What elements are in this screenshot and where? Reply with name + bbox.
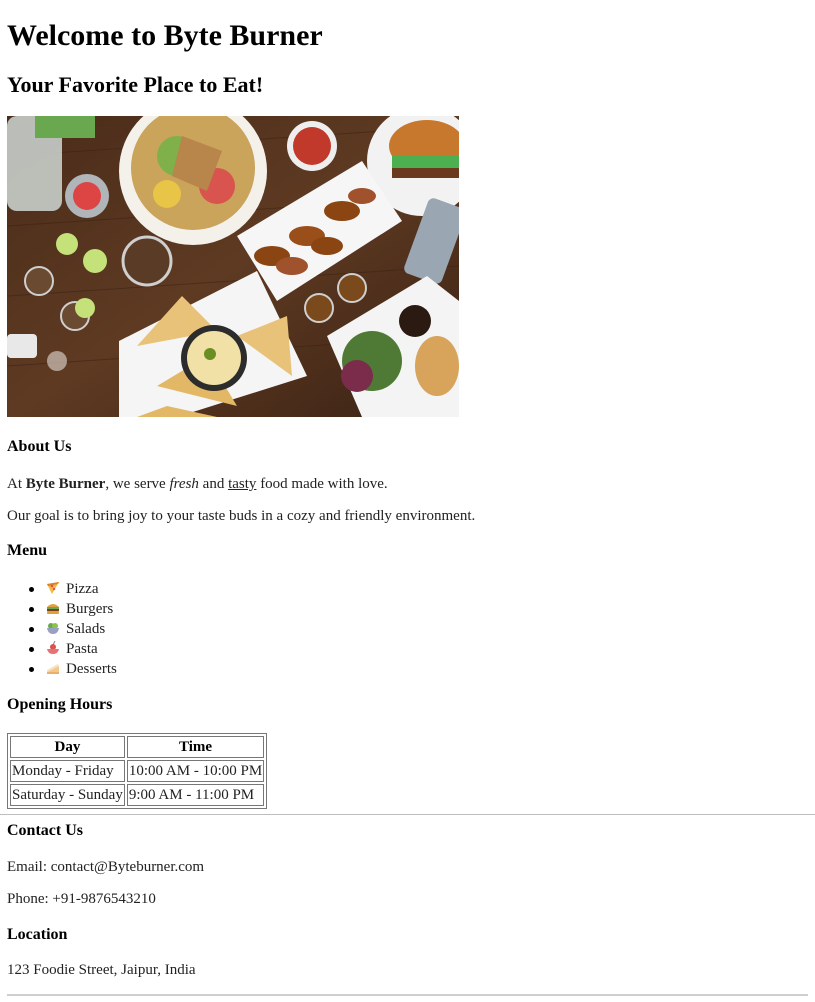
opening-hours-table: Day Time Monday - Friday 10:00 AM - 10:0… — [7, 733, 268, 809]
bullet — [29, 627, 34, 632]
day-cell: Saturday - Sunday — [10, 784, 125, 806]
pasta-icon — [46, 640, 60, 655]
dessert-icon — [46, 661, 60, 675]
contact-heading: Contact Us — [7, 822, 83, 839]
column-header-day: Day — [10, 736, 125, 758]
bullet — [29, 587, 34, 592]
menu-item-label: Pasta — [66, 641, 98, 657]
about-intro-suffix: food made with love. — [256, 476, 388, 492]
bullet — [29, 667, 34, 672]
menu-item-salads: Salads — [7, 619, 117, 639]
hours-heading: Opening Hours — [7, 696, 113, 713]
time-cell: 10:00 AM - 10:00 PM — [126, 760, 265, 782]
about-fresh-word: fresh — [169, 476, 199, 492]
menu-item-pizza: Pizza — [7, 579, 117, 599]
table-row: Monday - Friday 10:00 AM - 10:00 PM — [10, 760, 265, 782]
contact-phone: Phone: +91-9876543210 — [7, 891, 156, 907]
menu-item-burgers: Burgers — [7, 599, 117, 619]
burger-icon — [46, 601, 60, 615]
location-address: 123 Foodie Street, Jaipur, India — [7, 962, 196, 978]
bullet — [29, 647, 34, 652]
hero-food-image — [7, 116, 459, 417]
menu-item-pasta: Pasta — [7, 639, 117, 659]
page-subtitle: Your Favorite Place to Eat! — [7, 72, 264, 97]
divider — [7, 994, 808, 996]
about-intro-mid: , we serve — [105, 476, 170, 492]
divider — [0, 814, 815, 815]
about-heading: About Us — [7, 438, 72, 455]
menu-item-label: Burgers — [66, 601, 114, 617]
about-goal: Our goal is to bring joy to your taste b… — [7, 508, 476, 524]
table-header-row: Day Time — [10, 736, 265, 758]
page-title: Welcome to Byte Burner — [7, 19, 323, 52]
location-heading: Location — [7, 926, 68, 943]
menu-item-label: Salads — [66, 621, 106, 637]
about-tasty-link[interactable]: tasty — [228, 476, 256, 492]
about-intro-and: and — [198, 476, 229, 492]
menu-heading: Menu — [7, 542, 47, 559]
day-cell: Monday - Friday — [10, 760, 125, 782]
about-brand-name: Byte Burner — [25, 476, 106, 492]
about-intro-prefix: At — [7, 476, 26, 492]
menu-item-desserts: Desserts — [7, 659, 117, 679]
salad-icon — [46, 621, 60, 635]
menu-list: Pizza Burgers Salads Pasta Desserts — [7, 579, 117, 679]
contact-email: Email: contact@Byteburner.com — [7, 859, 205, 875]
pizza-icon — [46, 581, 60, 595]
menu-item-label: Pizza — [66, 581, 99, 597]
column-header-time: Time — [126, 736, 265, 758]
about-intro: At Byte Burner, we serve fresh and tasty… — [7, 474, 388, 494]
bullet — [29, 607, 34, 612]
menu-item-label: Desserts — [66, 661, 117, 677]
time-cell: 9:00 AM - 11:00 PM — [126, 784, 265, 806]
table-row: Saturday - Sunday 9:00 AM - 11:00 PM — [10, 784, 265, 806]
page: Welcome to Byte Burner Your Favorite Pla… — [0, 0, 815, 1002]
